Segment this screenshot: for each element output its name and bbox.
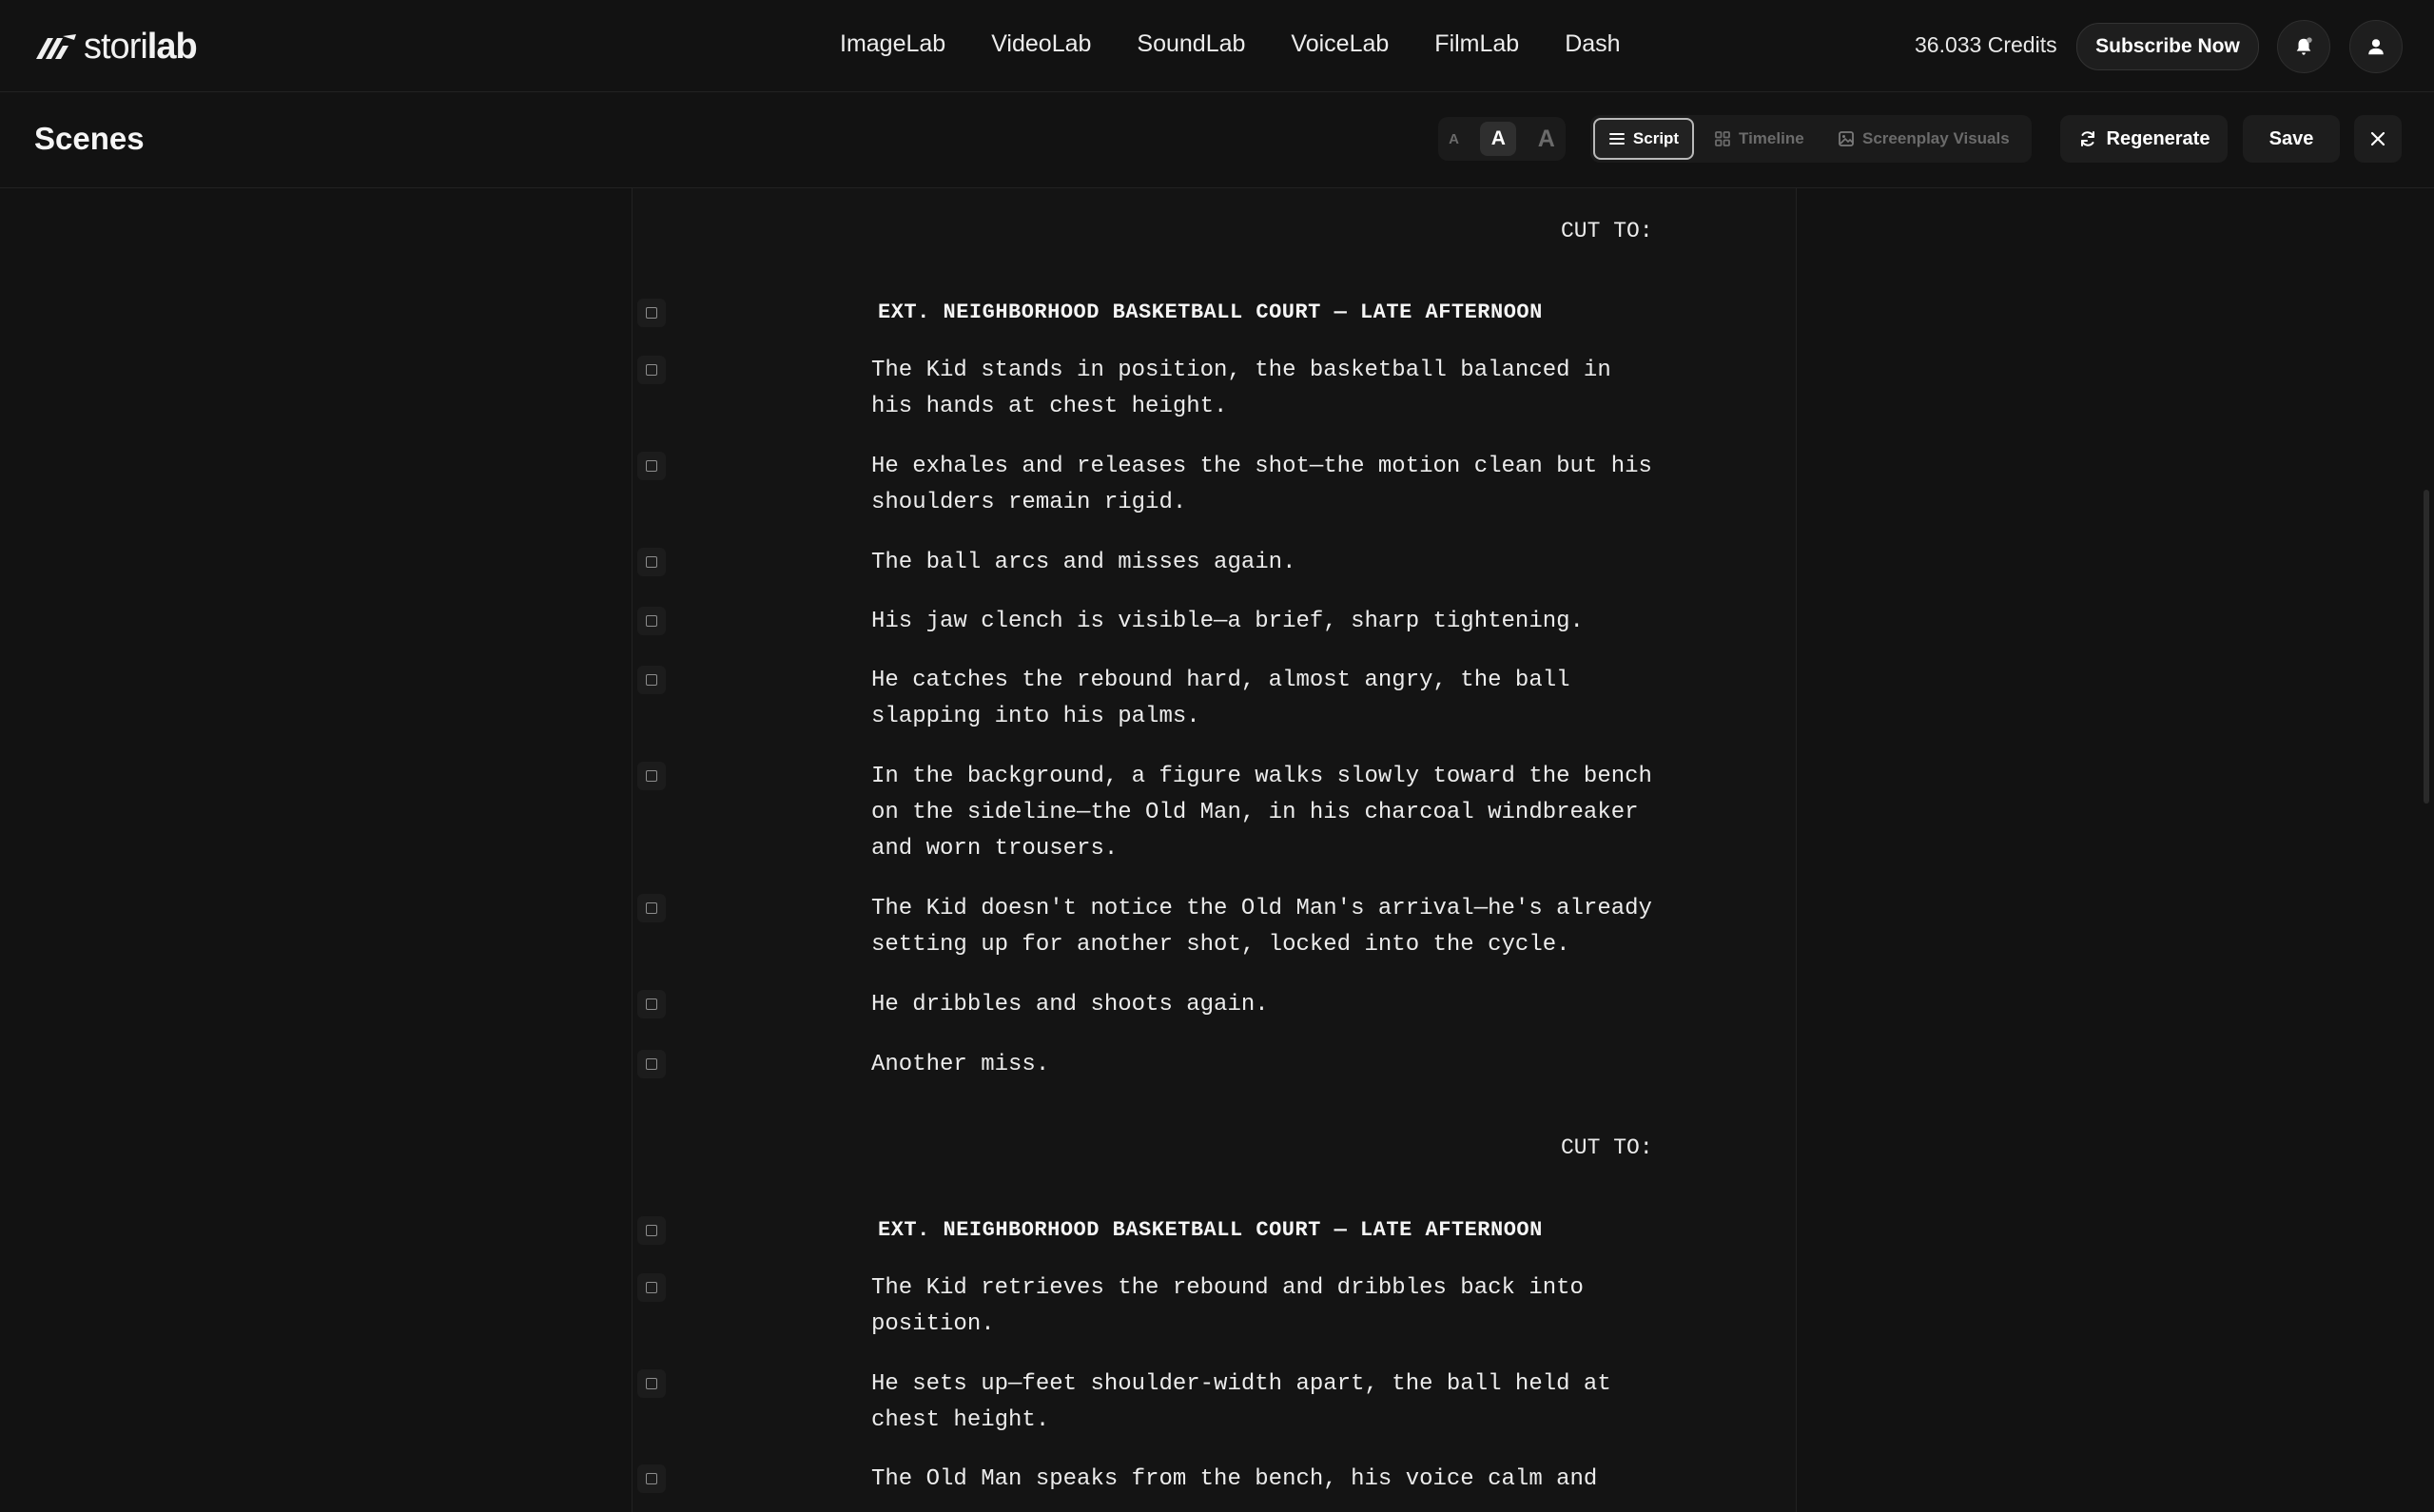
notifications-button[interactable] bbox=[2277, 20, 2330, 73]
line-checkbox[interactable] bbox=[637, 299, 666, 327]
transition-cut-to: CUT TO: bbox=[1561, 1135, 1653, 1160]
line-checkbox[interactable] bbox=[637, 990, 666, 1018]
checkbox-icon bbox=[646, 1473, 657, 1484]
checkbox-icon bbox=[646, 1282, 657, 1293]
checkbox-icon bbox=[646, 615, 657, 627]
tab-timeline[interactable]: Timeline bbox=[1714, 118, 1804, 160]
line-checkbox[interactable] bbox=[637, 452, 666, 480]
tab-script-label: Script bbox=[1632, 129, 1680, 147]
view-tabs: Script Timeline Screenplay Visuals bbox=[1590, 115, 2032, 163]
main-nav: ImageLab VideoLab SoundLab VoiceLab Film… bbox=[840, 30, 1621, 58]
checkbox-icon bbox=[646, 674, 657, 686]
scene-heading: EXT. NEIGHBORHOOD BASKETBALL COURT — LAT… bbox=[878, 1218, 1543, 1242]
credits-balance: 36.033 Credits bbox=[1915, 32, 2057, 57]
logo-text-light: stori bbox=[84, 26, 148, 67]
checkbox-icon bbox=[646, 770, 657, 782]
nav-filmlab[interactable]: FilmLab bbox=[1434, 30, 1519, 58]
grid-icon bbox=[1715, 131, 1730, 146]
scene-heading: EXT. NEIGHBORHOOD BASKETBALL COURT — LAT… bbox=[878, 300, 1543, 324]
nav-videolab[interactable]: VideoLab bbox=[991, 30, 1091, 58]
nav-soundlab[interactable]: SoundLab bbox=[1137, 30, 1245, 58]
page-scrollbar[interactable] bbox=[2424, 490, 2429, 804]
line-checkbox[interactable] bbox=[637, 1216, 666, 1245]
top-navigation-bar: storilab ImageLab VideoLab SoundLab Voic… bbox=[0, 0, 2434, 92]
logo-text-bold: lab bbox=[146, 26, 198, 67]
checkbox-icon bbox=[646, 1225, 657, 1236]
checkbox-icon bbox=[646, 364, 657, 376]
font-size-medium[interactable]: A bbox=[1480, 122, 1517, 156]
line-checkbox[interactable] bbox=[637, 762, 666, 790]
image-icon bbox=[1839, 131, 1854, 146]
checkbox-icon bbox=[646, 460, 657, 472]
checkbox-icon bbox=[646, 1378, 657, 1389]
line-checkbox[interactable] bbox=[637, 666, 666, 694]
regenerate-label: Regenerate bbox=[2106, 127, 2210, 149]
line-checkbox[interactable] bbox=[637, 548, 666, 576]
action-line: The ball arcs and misses again. bbox=[871, 550, 1296, 575]
action-line: He dribbles and shoots again. bbox=[871, 992, 1269, 1018]
page-title: Scenes bbox=[34, 121, 145, 156]
nav-dash[interactable]: Dash bbox=[1565, 30, 1620, 58]
close-button[interactable] bbox=[2354, 115, 2402, 163]
line-checkbox[interactable] bbox=[637, 1273, 666, 1302]
refresh-icon bbox=[2080, 131, 2094, 146]
line-checkbox[interactable] bbox=[637, 1369, 666, 1398]
action-line: The Kid doesn't notice the Old Man's arr… bbox=[871, 896, 1652, 958]
regenerate-button[interactable]: Regenerate bbox=[2060, 115, 2228, 163]
action-line: The Kid stands in position, the basketba… bbox=[871, 358, 1611, 419]
subscribe-now-button[interactable]: Subscribe Now bbox=[2076, 23, 2259, 70]
action-line: The Kid retrieves the rebound and dribbl… bbox=[871, 1275, 1584, 1337]
script-page: CUT TO: EXT. NEIGHBORHOOD BASKETBALL COU… bbox=[632, 188, 1797, 1512]
checkbox-icon bbox=[646, 307, 657, 319]
line-checkbox[interactable] bbox=[637, 607, 666, 635]
close-icon bbox=[2370, 131, 2385, 146]
action-line: He sets up—feet shoulder-width apart, th… bbox=[871, 1371, 1611, 1433]
action-line: In the background, a figure walks slowly… bbox=[871, 764, 1652, 862]
checkbox-icon bbox=[646, 902, 657, 914]
line-checkbox[interactable] bbox=[637, 1464, 666, 1493]
checkbox-icon bbox=[646, 1058, 657, 1070]
transition-cut-to: CUT TO: bbox=[1561, 219, 1653, 243]
action-line: Another miss. bbox=[871, 1052, 1050, 1077]
line-checkbox[interactable] bbox=[637, 356, 666, 384]
font-size-large[interactable]: A bbox=[1538, 126, 1555, 153]
action-line: The Old Man speaks from the bench, his v… bbox=[871, 1466, 1598, 1492]
tab-screenplay-visuals-label: Screenplay Visuals bbox=[1862, 129, 2010, 147]
account-button[interactable] bbox=[2349, 20, 2403, 73]
line-checkbox[interactable] bbox=[637, 894, 666, 922]
save-button[interactable]: Save bbox=[2243, 115, 2340, 163]
storilab-logo[interactable]: storilab bbox=[34, 26, 198, 67]
action-line: He catches the rebound hard, almost angr… bbox=[871, 668, 1570, 729]
list-icon bbox=[1608, 133, 1625, 145]
tab-timeline-label: Timeline bbox=[1739, 129, 1804, 147]
nav-imagelab[interactable]: ImageLab bbox=[840, 30, 945, 58]
tab-screenplay-visuals[interactable]: Screenplay Visuals bbox=[1838, 118, 2010, 160]
bell-icon bbox=[2296, 37, 2312, 55]
action-line: He exhales and releases the shot—the mot… bbox=[871, 454, 1652, 515]
storilab-logo-icon bbox=[36, 34, 76, 59]
nav-voicelab[interactable]: VoiceLab bbox=[1291, 30, 1389, 58]
font-size-switcher: A A A bbox=[1438, 117, 1566, 161]
checkbox-icon bbox=[646, 998, 657, 1010]
font-size-small[interactable]: A bbox=[1449, 131, 1459, 147]
tab-script[interactable]: Script bbox=[1593, 118, 1694, 160]
user-icon bbox=[2368, 39, 2384, 55]
checkbox-icon bbox=[646, 556, 657, 568]
line-checkbox[interactable] bbox=[637, 1050, 666, 1078]
action-line: His jaw clench is visible—a brief, sharp… bbox=[871, 609, 1584, 634]
scenes-header: Scenes A A A Script Timeline Screenplay … bbox=[0, 92, 2434, 188]
